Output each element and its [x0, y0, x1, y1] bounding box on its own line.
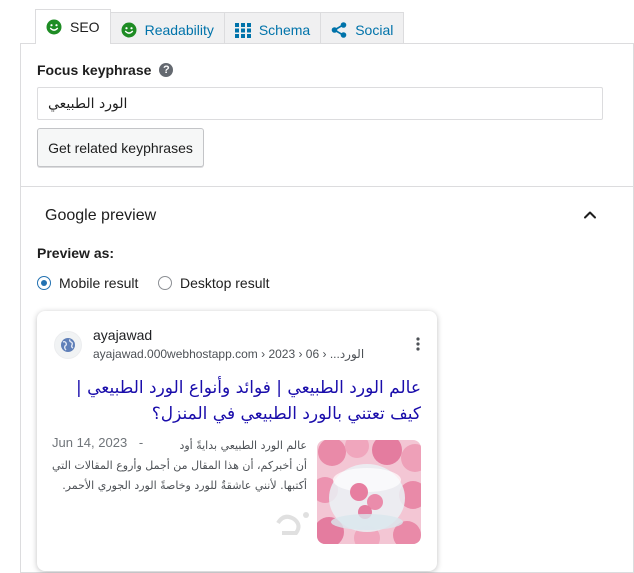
help-question-icon[interactable]: ?: [159, 63, 174, 77]
smiley-green-icon: [121, 22, 137, 38]
focus-keyphrase-label: Focus keyphrase ?: [37, 62, 174, 78]
mobile-result-label: Mobile result: [59, 275, 139, 291]
focus-keyphrase-input[interactable]: الورد الطبيعي: [37, 87, 603, 120]
desktop-result-option[interactable]: Desktop result: [158, 275, 269, 291]
result-date-separator: -: [138, 435, 144, 450]
tab-social[interactable]: Social: [320, 12, 405, 46]
grid-icon: [234, 22, 251, 38]
result-thumbnail-image: [317, 440, 421, 544]
smiley-green-icon: [46, 19, 62, 35]
mostaql-watermark-logo: [270, 505, 320, 550]
tab-readability-label: Readability: [144, 21, 214, 38]
snippet-text: أن أخبركم، أن هذا المقال من أجمل وأروع ا…: [52, 459, 307, 492]
tab-seo-label: SEO: [70, 19, 100, 35]
focus-keyphrase-value: الورد الطبيعي: [48, 95, 128, 112]
preview-as-label: Preview as:: [37, 245, 115, 261]
tab-social-label: Social: [355, 21, 394, 38]
globe-icon: [54, 331, 82, 359]
desktop-result-label: Desktop result: [180, 275, 270, 291]
tab-seo[interactable]: SEO: [35, 9, 111, 44]
more-options-icon[interactable]: [416, 337, 420, 356]
tab-schema[interactable]: Schema: [223, 12, 322, 46]
result-date-text: Jun 14, 2023: [52, 435, 128, 450]
result-date: Jun 14, 2023 -: [52, 435, 143, 450]
tab-readability[interactable]: Readability: [109, 12, 225, 46]
desktop-result-radio[interactable]: [158, 276, 172, 290]
google-result-card: ayajawad ayajawad.000webhostapp.com › 20…: [37, 311, 437, 571]
share-icon: [331, 21, 347, 38]
result-snippet: عالم الورد الطبيعي بدايةً أود Jun 14, 20…: [52, 435, 307, 496]
chevron-up-icon[interactable]: [583, 208, 597, 227]
get-related-keyphrases-button[interactable]: Get related keyphrases: [37, 128, 204, 167]
result-title-link[interactable]: عالم الورد الطبيعي | فوائد وأنواع الورد …: [51, 375, 421, 427]
seo-tabs: SEO Readability Schema Social: [35, 9, 405, 46]
google-preview-title: Google preview: [45, 207, 157, 224]
focus-keyphrase-label-text: Focus keyphrase: [37, 62, 152, 78]
tab-schema-label: Schema: [258, 21, 311, 38]
result-url: ayajawad.000webhostapp.com › 2023 › 06 ›…: [93, 347, 365, 361]
mobile-result-option[interactable]: Mobile result: [37, 275, 138, 291]
mobile-result-radio[interactable]: [37, 276, 51, 290]
result-site-name: ayajawad: [93, 327, 153, 343]
section-divider: [21, 186, 634, 187]
